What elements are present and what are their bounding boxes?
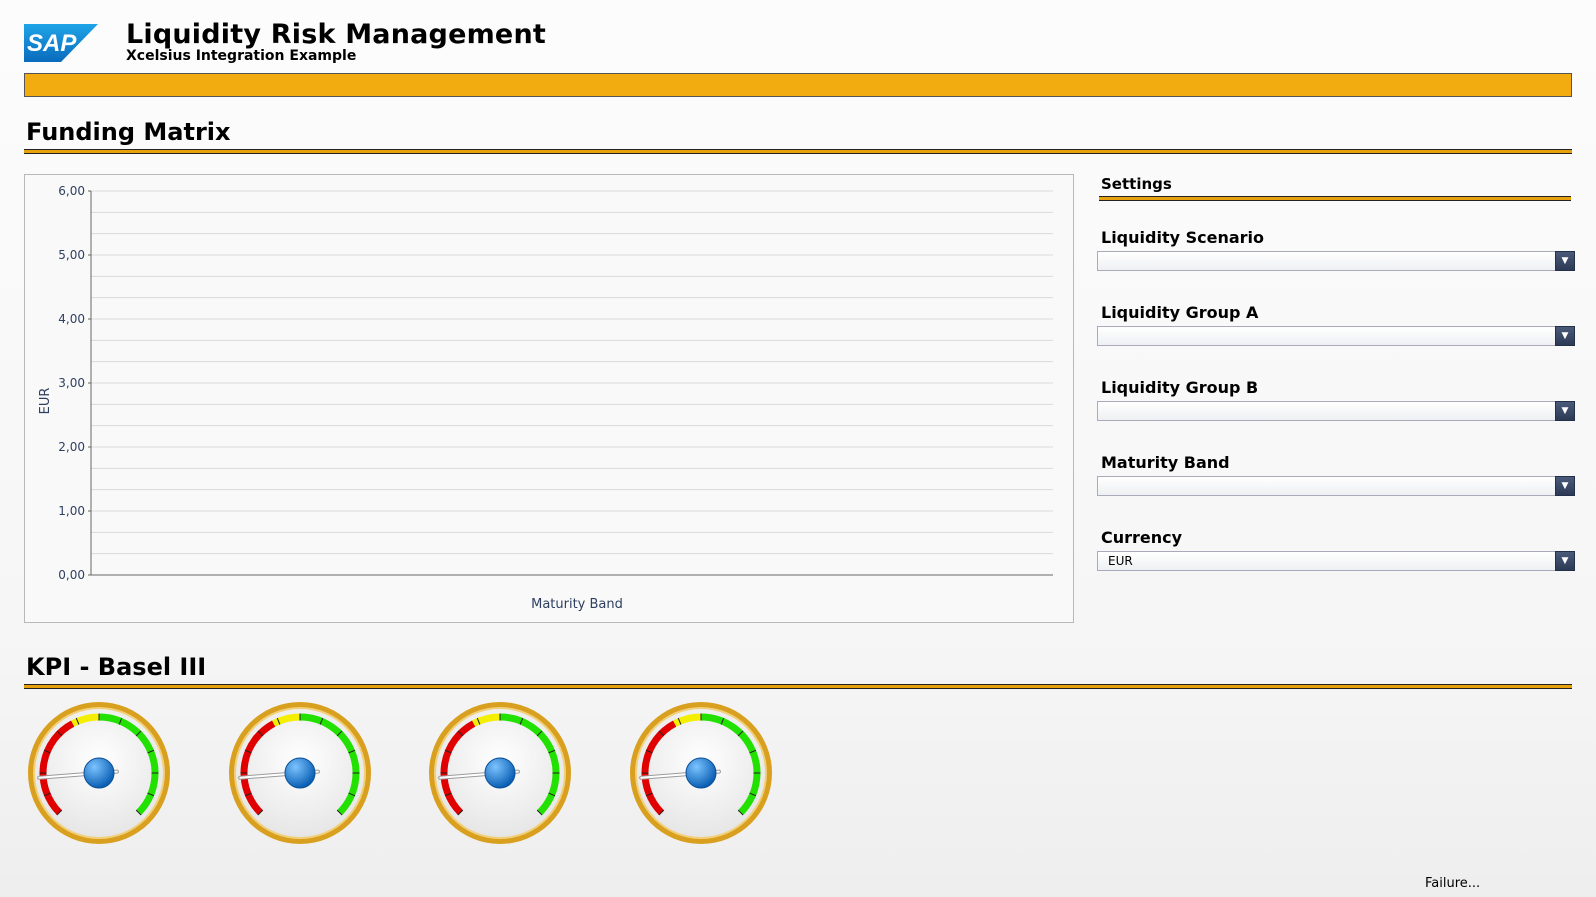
header-bar (24, 73, 1572, 97)
sap-logo: SAP (24, 24, 98, 62)
liquidity-group-a-dropdown-button[interactable]: ▼ (1555, 326, 1575, 346)
liquidity-scenario-select[interactable]: ▼ (1097, 251, 1575, 271)
currency-select[interactable]: EUR ▼ (1097, 551, 1575, 571)
y-tick-label: 6,00 (58, 184, 85, 198)
kpi-title: KPI - Basel III (26, 653, 207, 681)
gauge-hub (83, 757, 115, 789)
settings-title: Settings (1101, 175, 1172, 193)
chevron-down-icon: ▼ (1561, 331, 1569, 341)
chart-grid (91, 190, 1053, 555)
y-tick-label: 0,00 (58, 568, 85, 582)
y-tick-label: 1,00 (58, 504, 85, 518)
maturity-band-dropdown-button[interactable]: ▼ (1555, 476, 1575, 496)
maturity-band-select[interactable]: ▼ (1097, 476, 1575, 496)
kpi-gauge-2 (227, 700, 373, 846)
funding-chart-panel: 0,00 1,00 2,00 3,00 4,00 5,00 6,00 EUR Maturit… (24, 174, 1074, 623)
liquidity-group-a-label: Liquidity Group A (1101, 303, 1259, 322)
kpi-gauge-1 (26, 700, 172, 846)
gauge-hub (284, 757, 316, 789)
liquidity-group-b-label: Liquidity Group B (1101, 378, 1259, 397)
y-tick-label: 3,00 (58, 376, 85, 390)
gauge-hub (484, 757, 516, 789)
kpi-gauge-3 (427, 700, 573, 846)
funding-matrix-rule (24, 149, 1572, 154)
gauge-hub (685, 757, 717, 789)
maturity-band-label: Maturity Band (1101, 453, 1230, 472)
currency-value: EUR (1108, 554, 1133, 568)
app-title: Liquidity Risk Management (126, 19, 546, 50)
y-tick-labels: 0,00 1,00 2,00 3,00 4,00 5,00 6,00 (58, 184, 91, 582)
chevron-down-icon: ▼ (1561, 481, 1569, 491)
chevron-down-icon: ▼ (1561, 406, 1569, 416)
funding-chart: 0,00 1,00 2,00 3,00 4,00 5,00 6,00 EUR Maturit… (38, 184, 1053, 612)
liquidity-group-b-dropdown-button[interactable]: ▼ (1555, 401, 1575, 421)
liquidity-group-b-select[interactable]: ▼ (1097, 401, 1575, 421)
liquidity-scenario-dropdown-button[interactable]: ▼ (1555, 251, 1575, 271)
funding-matrix-title: Funding Matrix (26, 118, 231, 146)
x-axis-title: Maturity Band (531, 597, 623, 612)
liquidity-scenario-label: Liquidity Scenario (1101, 228, 1265, 247)
currency-label: Currency (1101, 528, 1183, 547)
kpi-gauge-4 (628, 700, 774, 846)
y-tick-label: 2,00 (58, 440, 85, 454)
app-subtitle: Xcelsius Integration Example (126, 48, 357, 64)
liquidity-group-a-select[interactable]: ▼ (1097, 326, 1575, 346)
sap-logo-text: SAP (27, 30, 77, 57)
y-tick-label: 5,00 (58, 248, 85, 262)
currency-dropdown-button[interactable]: ▼ (1555, 551, 1575, 571)
status-text: Failure... (1425, 876, 1481, 891)
settings-rule (1099, 196, 1571, 201)
y-tick-label: 4,00 (58, 312, 85, 326)
y-axis-title: EUR (38, 388, 53, 415)
chevron-down-icon: ▼ (1561, 256, 1569, 266)
kpi-rule (24, 684, 1572, 689)
chevron-down-icon: ▼ (1561, 556, 1569, 566)
